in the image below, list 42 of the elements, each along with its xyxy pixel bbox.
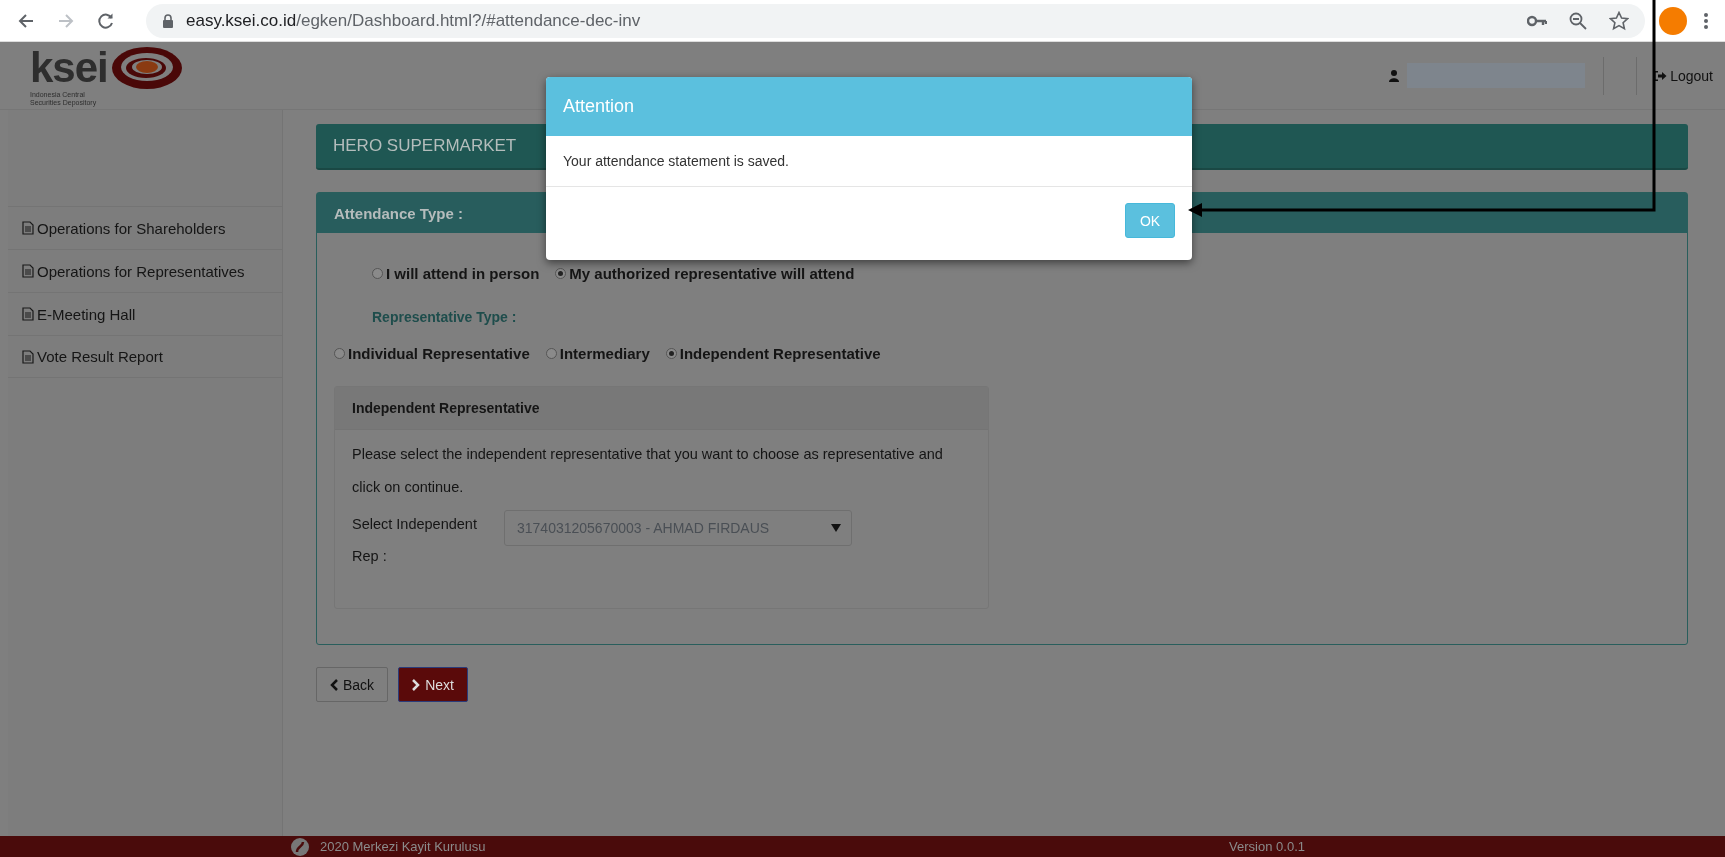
zoom-out-icon[interactable] xyxy=(1569,11,1587,30)
radio-option[interactable]: My authorized representative will attend xyxy=(555,265,855,282)
back-button[interactable]: Back xyxy=(316,667,389,702)
radio-button[interactable] xyxy=(545,348,557,359)
document-icon xyxy=(22,349,34,364)
document-icon xyxy=(22,264,34,278)
dialog-title: Attention xyxy=(546,77,1192,136)
logo-text: ksei xyxy=(30,47,108,88)
version-text: Version 0.0.1 xyxy=(1229,839,1305,854)
logout-icon xyxy=(1653,69,1668,82)
radio-button[interactable] xyxy=(372,268,383,279)
sidebar-item[interactable]: Operations for Shareholders xyxy=(8,206,282,249)
sidebar-item[interactable]: E-Meeting Hall xyxy=(8,292,282,335)
sidebar-item[interactable]: Vote Result Report xyxy=(8,335,282,378)
logout-link[interactable]: Logout xyxy=(1653,67,1713,84)
lock-icon xyxy=(162,13,174,28)
star-icon[interactable] xyxy=(1609,10,1629,31)
footer-copyright: 2020 Merkezi Kayit Kurulusu xyxy=(320,839,486,854)
chevron-left-icon xyxy=(330,678,338,691)
dropdown-caret-icon xyxy=(831,524,841,532)
user-icon xyxy=(1389,69,1400,82)
radio-button[interactable] xyxy=(665,348,677,359)
radio-button[interactable] xyxy=(555,268,567,279)
next-button[interactable]: Next xyxy=(398,667,468,702)
representative-type-label: Representative Type : xyxy=(372,309,518,325)
profile-avatar-icon[interactable] xyxy=(1659,6,1687,35)
menu-icon[interactable] xyxy=(1703,11,1709,30)
radio-button[interactable] xyxy=(334,348,345,359)
sidebar-item[interactable]: Operations for Representatives xyxy=(8,249,282,292)
address-bar[interactable]: easy.ksei.co.id/egken/Dashboard.html?/#attendance-dec-inv xyxy=(186,10,641,31)
select-label: Select Independent Rep : xyxy=(352,515,478,566)
document-icon xyxy=(22,307,34,321)
instruction-text: Please select the independent representative that you want to choose as representative and click on continue. xyxy=(352,445,944,497)
dialog-message: Your attendance statement is saved. xyxy=(546,136,1192,187)
document-icon xyxy=(22,221,34,235)
chevron-right-icon xyxy=(412,678,421,691)
key-icon[interactable] xyxy=(1527,14,1547,27)
radio-option[interactable]: I will attend in person xyxy=(372,265,540,282)
radio-option[interactable]: Independent Representative xyxy=(665,345,881,362)
radio-option[interactable]: Individual Representative xyxy=(334,345,530,362)
subpanel-header: Independent Representative xyxy=(335,387,988,430)
radio-option[interactable]: Intermediary xyxy=(545,345,650,362)
